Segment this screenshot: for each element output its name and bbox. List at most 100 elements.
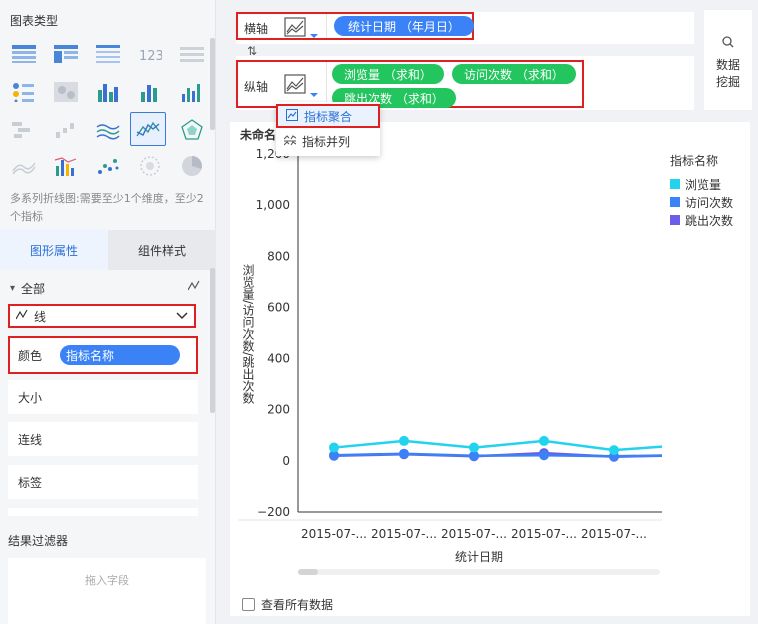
line-chart-type-icon[interactable] (284, 17, 320, 42)
chart-type-description: 多系列折线图:需要至少1个维度，至少2个指标 (10, 192, 204, 223)
legend-item[interactable]: 浏览量 (670, 175, 750, 193)
data-point (329, 442, 339, 453)
multi-line-icon[interactable] (92, 116, 124, 144)
data-point (609, 445, 619, 456)
mining-icon (722, 36, 734, 53)
all-marks-row[interactable]: ▾ 全部 (10, 278, 200, 298)
y-axis-label: 浏览量/访问次数/跳出次数 (241, 264, 255, 405)
legend-swatch (670, 197, 680, 207)
chart-legend: 指标名称 浏览量 访问次数 跳出次数 (670, 152, 750, 229)
y-tick-label: −200 (257, 505, 290, 519)
axis-divider (326, 62, 327, 106)
legend-item[interactable]: 访问次数 (670, 193, 750, 211)
data-mining-button[interactable]: 数据 挖掘 (704, 10, 752, 110)
measure-layout-dropdown: 指标聚合 指标并列 (276, 102, 380, 156)
line-wave-icon (187, 280, 200, 295)
tab-shape-properties[interactable]: 图形属性 (0, 230, 108, 270)
stacked-bar-icon[interactable] (134, 78, 166, 106)
view-all-data-checkbox[interactable]: 查看所有数据 (242, 596, 333, 613)
x-tick-label: 2015-07-... (511, 527, 577, 541)
waterfall-icon[interactable] (50, 116, 82, 144)
chevron-down-icon (176, 309, 188, 323)
data-mining-label-line2: 挖掘 (715, 75, 740, 89)
chart-type-scrollbar[interactable] (210, 38, 215, 130)
x-tick-label: 2015-07-... (371, 527, 437, 541)
y-tick-label: 400 (267, 352, 290, 366)
connect-property-row[interactable]: 连线 (8, 422, 198, 456)
all-marks-label: 全部 (21, 281, 46, 296)
y-tick-label: 200 (267, 403, 290, 417)
view-all-data-label: 查看所有数据 (261, 598, 334, 612)
data-point (539, 450, 549, 461)
grouped-bar-icon[interactable] (92, 78, 124, 106)
table-icon[interactable] (8, 40, 40, 68)
chart-scroll-thumb[interactable] (298, 569, 318, 575)
legend-label: 浏览量 (685, 177, 722, 192)
horizontal-axis-field-pill[interactable]: 统计日期 （年月日） (334, 16, 474, 36)
scatter-icon[interactable] (92, 152, 124, 180)
data-point (399, 435, 409, 446)
cross-table-icon[interactable] (50, 40, 82, 68)
tag-property-row[interactable]: 标签 (8, 465, 198, 499)
properties-scrollbar[interactable] (210, 268, 215, 413)
vertical-field-pill[interactable]: 访问次数 （求和） (452, 64, 576, 84)
menu-item-parallel[interactable]: 指标并列 (276, 129, 380, 153)
x-tick-label: 2015-07-... (301, 527, 367, 541)
line-mark-icon (15, 309, 28, 324)
y-tick-label: 1,000 (256, 198, 290, 212)
size-label: 大小 (18, 390, 43, 405)
multi-series-line-icon[interactable] (130, 112, 166, 146)
x-tick-label: 2015-07-... (441, 527, 507, 541)
combo-chart-icon[interactable] (50, 152, 82, 180)
legend-swatch (670, 179, 680, 189)
chart-type-grid: 123 (8, 40, 208, 180)
x-axis-label: 统计日期 (455, 550, 503, 564)
swap-axes-icon[interactable]: ⇅ (247, 44, 257, 58)
aggregate-label: 指标聚合 (304, 109, 353, 124)
color-label: 颜色 (18, 348, 43, 363)
heat-map-icon[interactable] (50, 78, 82, 106)
bubble-icon[interactable] (134, 152, 166, 180)
legend-item[interactable]: 跳出次数 (670, 211, 750, 229)
result-filter-title: 结果过滤器 (8, 534, 69, 548)
data-point (399, 448, 409, 459)
vertical-field-pill[interactable]: 浏览量 （求和） (332, 64, 444, 84)
radar-icon[interactable] (176, 116, 208, 144)
vertical-axis-label: 纵轴 (244, 80, 269, 94)
mark-type-select[interactable]: 线 (8, 304, 196, 328)
kpi-number-icon[interactable]: 123 (134, 40, 166, 68)
tab-component-style[interactable]: 组件样式 (108, 230, 216, 270)
chart-scroll-track[interactable] (298, 569, 660, 575)
filter-drop-zone[interactable]: 拖入字段 (8, 558, 206, 624)
y-tick-label: 600 (267, 300, 290, 314)
detail-table-icon[interactable] (92, 40, 124, 68)
parallel-icon (283, 134, 297, 149)
color-property-row[interactable]: 颜色 指标名称 (8, 336, 198, 374)
x-tick-label: 2015-07-... (581, 527, 647, 541)
menu-item-aggregate[interactable]: 指标聚合 (276, 104, 380, 128)
pie-icon[interactable] (176, 152, 208, 180)
tag-label: 标签 (18, 475, 43, 490)
vertical-axis-config: 纵轴 浏览量 （求和） 访问次数 （求和） 跳出次数 （求和） (236, 60, 584, 108)
legend-label: 访问次数 (685, 195, 734, 210)
column-bar-icon[interactable] (176, 78, 208, 106)
y-tick-label: 800 (267, 249, 290, 263)
aggregate-icon (286, 108, 298, 124)
legend-label: 跳出次数 (685, 213, 734, 228)
checkbox-box[interactable] (242, 598, 255, 611)
list-table-icon[interactable] (176, 40, 208, 68)
data-point (539, 435, 549, 446)
horizontal-axis-config: 横轴 统计日期 （年月日） (236, 12, 474, 40)
line-chart-type-icon[interactable] (284, 74, 320, 101)
mark-type-value: 线 (34, 309, 47, 324)
line-chart: 1,2001,0008006004002000−200浏览量/访问次数/跳出次数… (238, 147, 662, 564)
chart-title[interactable]: 未命名 (240, 126, 276, 143)
color-field-pill[interactable]: 指标名称 (60, 345, 181, 365)
horizontal-axis-label: 横轴 (244, 22, 269, 36)
size-property-row[interactable]: 大小 (8, 380, 198, 414)
data-mining-label-line1: 数据 (715, 58, 740, 72)
chart-type-title: 图表类型 (10, 14, 59, 28)
area-chart-icon[interactable] (8, 152, 40, 180)
gantt-icon[interactable] (8, 116, 40, 144)
dot-map-icon[interactable] (8, 78, 40, 106)
